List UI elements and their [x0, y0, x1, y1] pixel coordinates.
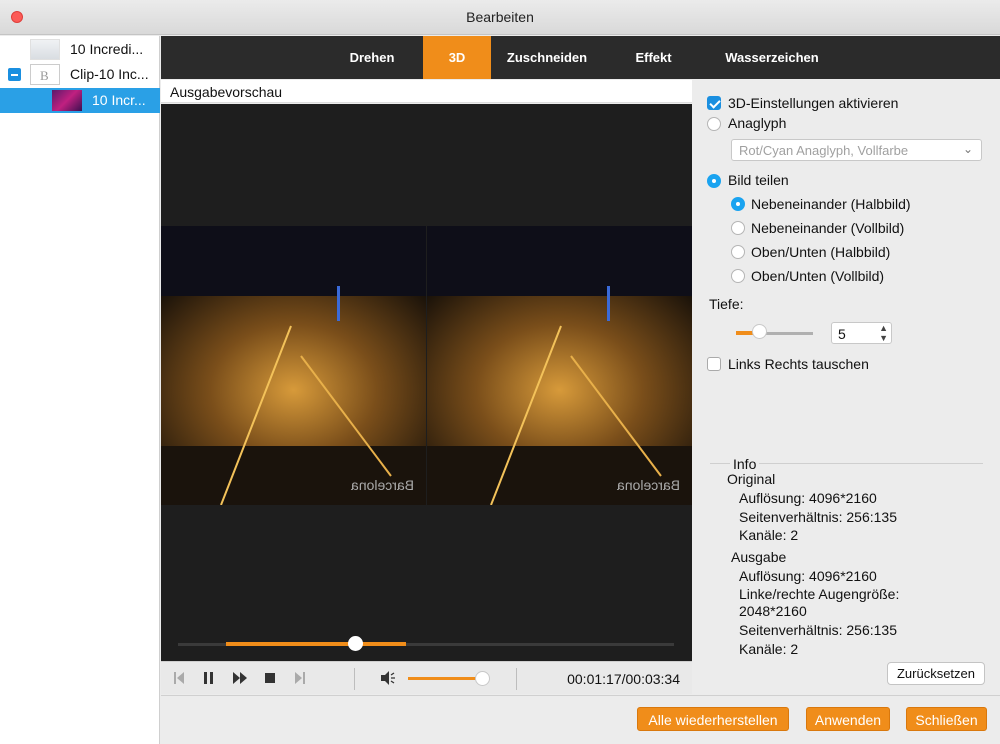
tab-effekt[interactable]: Effekt	[611, 36, 696, 79]
window-title: Bearbeiten	[466, 9, 534, 25]
restore-all-button[interactable]: Alle wiederherstellen	[637, 707, 789, 731]
top-bottom-full-label: Oben/Unten (Vollbild)	[751, 268, 885, 284]
depth-value: 5	[838, 326, 846, 342]
speaker-icon[interactable]	[379, 670, 397, 686]
anaglyph-radio[interactable]	[707, 117, 721, 131]
output-eye-size-label: Linke/rechte Augengröße:	[739, 586, 900, 602]
clip-thumbnail: B	[30, 64, 60, 85]
anaglyph-label: Anaglyph	[728, 115, 787, 131]
info-title: Info	[730, 456, 760, 472]
playback-time: 00:01:17/00:03:34	[567, 671, 680, 687]
tab-zuschneiden[interactable]: Zuschneiden	[491, 36, 603, 79]
clip-sidebar: 10 Incredi... B Clip-10 Inc... 10 Incr..…	[0, 36, 160, 744]
document-icon: B	[40, 68, 49, 83]
fast-forward-icon[interactable]	[232, 670, 248, 686]
close-button[interactable]: Schließen	[906, 707, 987, 731]
split-image-label: Bild teilen	[728, 172, 789, 188]
player-controls: 00:01:17/00:03:34	[161, 661, 692, 694]
clip-list-item[interactable]: B Clip-10 Inc...	[0, 62, 160, 87]
left-eye-frame: Barcelona	[161, 226, 426, 505]
top-bottom-full-radio[interactable]	[731, 269, 745, 283]
depth-label: Tiefe:	[709, 296, 744, 312]
depth-handle[interactable]	[752, 324, 767, 339]
close-window-button[interactable]	[11, 11, 23, 23]
split-image-radio[interactable]	[707, 174, 721, 188]
video-preview: Barcelona Barcelona	[161, 104, 692, 661]
title-bar: Bearbeiten	[0, 0, 1000, 35]
divider	[354, 668, 355, 690]
enable-3d-label: 3D-Einstellungen aktivieren	[728, 95, 899, 111]
anaglyph-select-value: Rot/Cyan Anaglyph, Vollfarbe	[739, 143, 909, 158]
output-eye-size-value: 2048*2160	[739, 603, 807, 619]
original-resolution: Auflösung: 4096*2160	[739, 490, 877, 506]
original-channels: Kanäle: 2	[739, 527, 799, 543]
tab-3d[interactable]: 3D	[423, 36, 491, 79]
side-by-side-half-radio[interactable]	[731, 197, 745, 211]
depth-stepper[interactable]: 5 ▲ ▼	[831, 322, 892, 344]
original-aspect: Seitenverhältnis: 256:135	[739, 509, 897, 525]
side-by-side-full-radio[interactable]	[731, 221, 745, 235]
divider	[516, 668, 517, 690]
skip-back-icon[interactable]	[173, 670, 185, 686]
side-by-side-full-label: Nebeneinander (Vollbild)	[751, 220, 905, 236]
side-by-side-half-label: Nebeneinander (Halbbild)	[751, 196, 911, 212]
svg-text:B: B	[40, 68, 49, 83]
tab-bar: Drehen 3D Zuschneiden Effekt Wasserzeich…	[161, 36, 1000, 79]
swap-left-right-checkbox[interactable]	[707, 357, 721, 371]
enable-3d-checkbox[interactable]	[707, 96, 721, 110]
clip-list-item[interactable]: 10 Incredi...	[0, 37, 160, 62]
output-channels: Kanäle: 2	[739, 641, 799, 657]
stepper-arrows-icon[interactable]: ▲ ▼	[879, 323, 888, 343]
clip-list-item-selected[interactable]: 10 Incr...	[0, 88, 160, 113]
volume-handle[interactable]	[475, 671, 490, 686]
clip-label: Clip-10 Inc...	[70, 66, 149, 82]
reset-button[interactable]: Zurücksetzen	[887, 662, 985, 685]
right-eye-frame: Barcelona	[427, 226, 692, 505]
tab-drehen[interactable]: Drehen	[321, 36, 423, 79]
pause-icon[interactable]	[202, 670, 216, 686]
chevron-down-icon: ⌄	[962, 142, 973, 156]
clip-thumbnail	[52, 90, 82, 111]
bottom-bar: Alle wiederherstellen Anwenden Schließen	[161, 695, 1000, 744]
city-night-image	[161, 286, 426, 505]
video-watermark: Barcelona	[350, 477, 414, 493]
seek-handle[interactable]	[348, 636, 363, 651]
anaglyph-select[interactable]: Rot/Cyan Anaglyph, Vollfarbe ⌄	[731, 139, 982, 161]
swap-left-right-label: Links Rechts tauschen	[728, 356, 869, 372]
top-bottom-half-label: Oben/Unten (Halbbild)	[751, 244, 891, 260]
stop-icon[interactable]	[263, 670, 277, 686]
clip-label: 10 Incredi...	[70, 41, 144, 57]
output-resolution: Auflösung: 4096*2160	[739, 568, 877, 584]
clip-label: 10 Incr...	[92, 92, 146, 108]
skip-forward-icon[interactable]	[294, 670, 306, 686]
collapse-icon[interactable]	[8, 68, 21, 81]
video-watermark: Barcelona	[616, 477, 680, 493]
apply-button[interactable]: Anwenden	[806, 707, 890, 731]
output-aspect: Seitenverhältnis: 256:135	[739, 622, 897, 638]
3d-settings-panel: 3D-Einstellungen aktivieren Anaglyph Rot…	[693, 80, 1000, 694]
tab-wasserzeichen[interactable]: Wasserzeichen	[708, 36, 836, 79]
seek-progress	[226, 642, 406, 646]
clip-thumbnail	[30, 39, 60, 60]
original-heading: Original	[727, 471, 776, 487]
output-heading: Ausgabe	[731, 549, 787, 565]
preview-label: Ausgabevorschau	[161, 80, 692, 103]
city-night-image	[427, 286, 692, 505]
volume-slider[interactable]	[408, 677, 485, 680]
top-bottom-half-radio[interactable]	[731, 245, 745, 259]
